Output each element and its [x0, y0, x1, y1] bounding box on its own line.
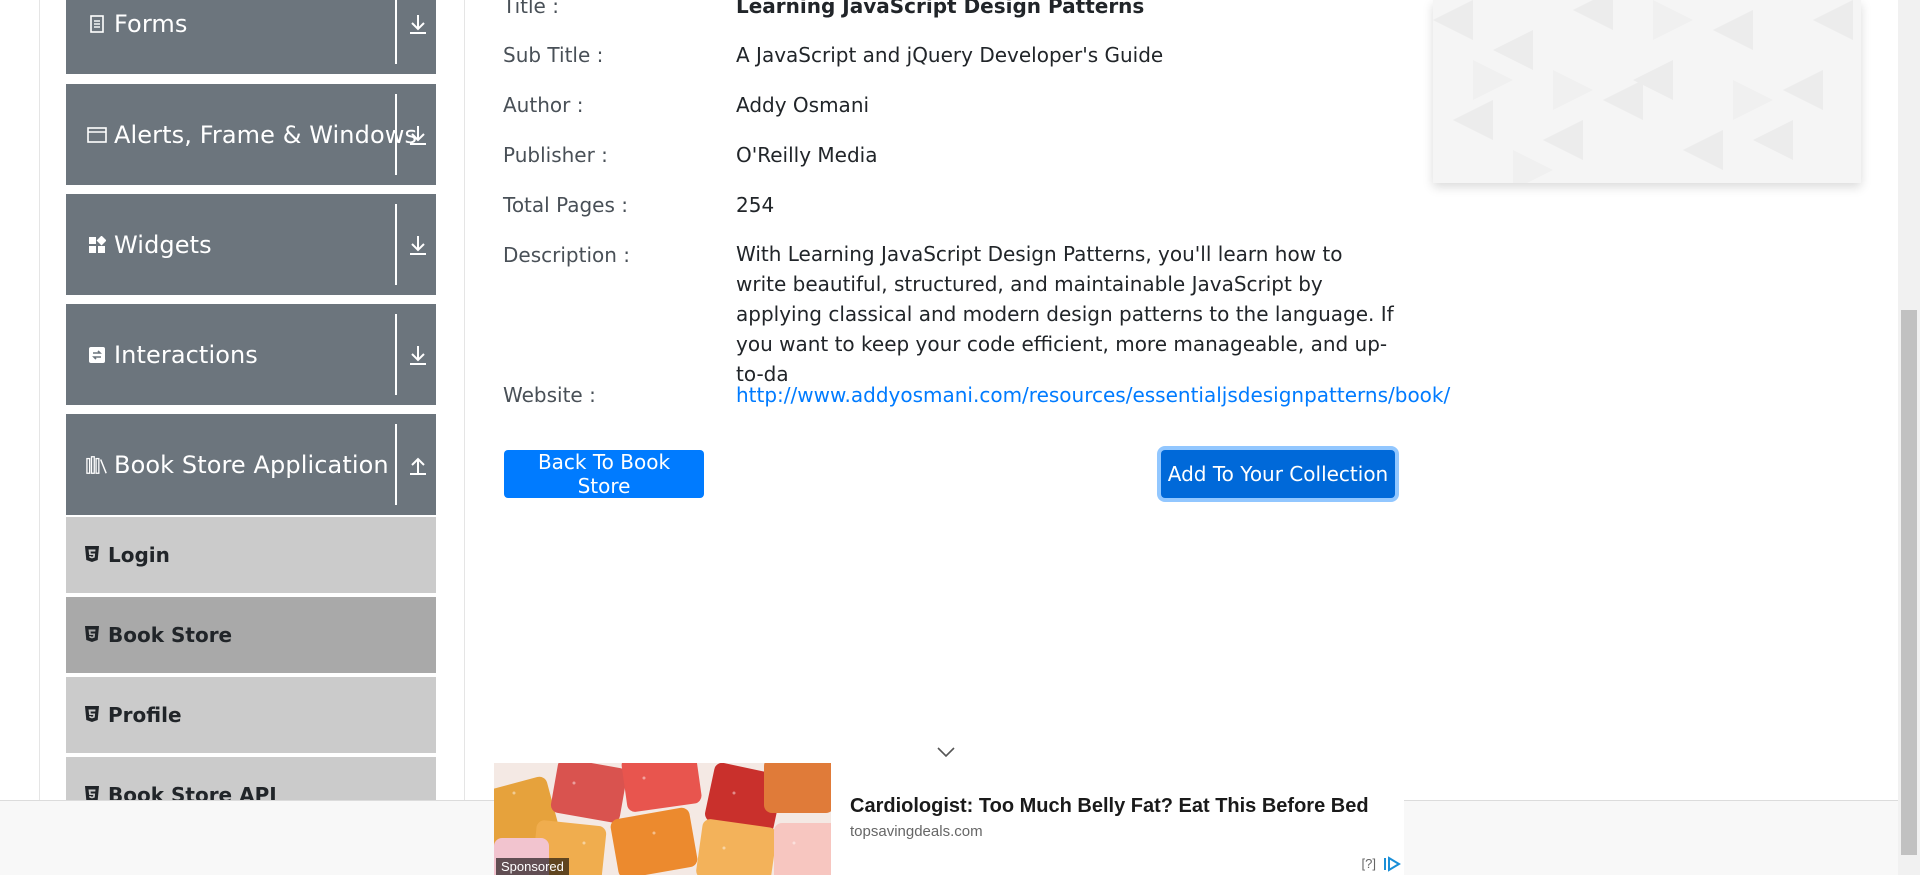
- widgets-icon: [86, 234, 108, 256]
- add-to-collection-button[interactable]: Add To Your Collection: [1161, 450, 1395, 498]
- html5-icon: [84, 625, 100, 643]
- interactions-icon: [86, 344, 108, 366]
- book-subtitle: A JavaScript and jQuery Developer's Guid…: [736, 43, 1164, 67]
- field-label: Website :: [503, 383, 596, 407]
- divider: [395, 0, 397, 64]
- html5-icon: [84, 705, 100, 723]
- divider: [395, 424, 397, 505]
- group-title: Book Store Application: [114, 450, 389, 479]
- field-label: Publisher :: [503, 143, 608, 167]
- group-title: Forms: [114, 9, 188, 38]
- html5-icon: [84, 545, 100, 563]
- sidebar-item-book-store[interactable]: Book Store: [66, 595, 436, 673]
- ad-image[interactable]: Sponsored: [494, 763, 831, 875]
- back-to-book-store-button[interactable]: Back To Book Store: [504, 450, 704, 498]
- book-author: Addy Osmani: [736, 93, 870, 117]
- chevron-down-icon[interactable]: [936, 744, 956, 758]
- group-book-store-application[interactable]: Book Store Application: [66, 414, 436, 515]
- field-label: Sub Title :: [503, 43, 604, 67]
- group-interactions[interactable]: Interactions: [66, 304, 436, 405]
- sidebar-item-label: Profile: [108, 703, 182, 727]
- bookshelf-icon: [86, 454, 108, 476]
- sidebar-item-label: Book Store: [108, 623, 233, 647]
- field-label: Description :: [503, 243, 631, 267]
- group-alerts-frame-windows[interactable]: Alerts, Frame & Windows: [66, 84, 436, 185]
- document-icon: [86, 13, 108, 35]
- divider: [395, 314, 397, 395]
- sidebar-item-login[interactable]: Login: [66, 515, 436, 593]
- group-widgets[interactable]: Widgets: [66, 194, 436, 295]
- ad-info-link[interactable]: [?]: [1362, 856, 1376, 871]
- group-title: Alerts, Frame & Windows: [114, 120, 418, 149]
- divider: [395, 94, 397, 175]
- left-panel: Forms Alerts, Frame & Windows Widgets In…: [39, 0, 465, 875]
- divider: [395, 204, 397, 285]
- download-arrow-icon[interactable]: [406, 232, 430, 258]
- group-forms[interactable]: Forms: [66, 0, 436, 74]
- sidebar-item-profile[interactable]: Profile: [66, 675, 436, 753]
- upload-arrow-icon[interactable]: [406, 452, 430, 478]
- book-cover-image: [1433, 0, 1861, 183]
- ad-domain[interactable]: topsavingdeals.com: [850, 823, 983, 840]
- download-arrow-icon[interactable]: [406, 342, 430, 368]
- scrollbar-thumb[interactable]: [1901, 310, 1917, 855]
- group-title: Interactions: [114, 340, 258, 369]
- field-label: Title :: [503, 0, 559, 18]
- download-arrow-icon[interactable]: [406, 122, 430, 148]
- sponsored-label: Sponsored: [496, 858, 569, 875]
- book-title: Learning JavaScript Design Patterns: [736, 0, 1145, 18]
- field-label: Author :: [503, 93, 584, 117]
- adchoices-icon[interactable]: [1382, 856, 1402, 872]
- book-publisher: O'Reilly Media: [736, 143, 878, 167]
- field-label: Total Pages :: [503, 193, 628, 217]
- book-website-link[interactable]: http://www.addyosmani.com/resources/esse…: [736, 383, 1450, 407]
- download-arrow-icon[interactable]: [406, 11, 430, 37]
- book-pages: 254: [736, 193, 775, 217]
- ad-headline[interactable]: Cardiologist: Too Much Belly Fat? Eat Th…: [850, 795, 1369, 818]
- group-title: Widgets: [114, 230, 212, 259]
- sponsored-ad[interactable]: Sponsored Cardiologist: Too Much Belly F…: [494, 763, 1404, 875]
- sidebar-item-label: Login: [108, 543, 170, 567]
- book-description: With Learning JavaScript Design Patterns…: [736, 242, 1394, 386]
- window-icon: [86, 124, 108, 146]
